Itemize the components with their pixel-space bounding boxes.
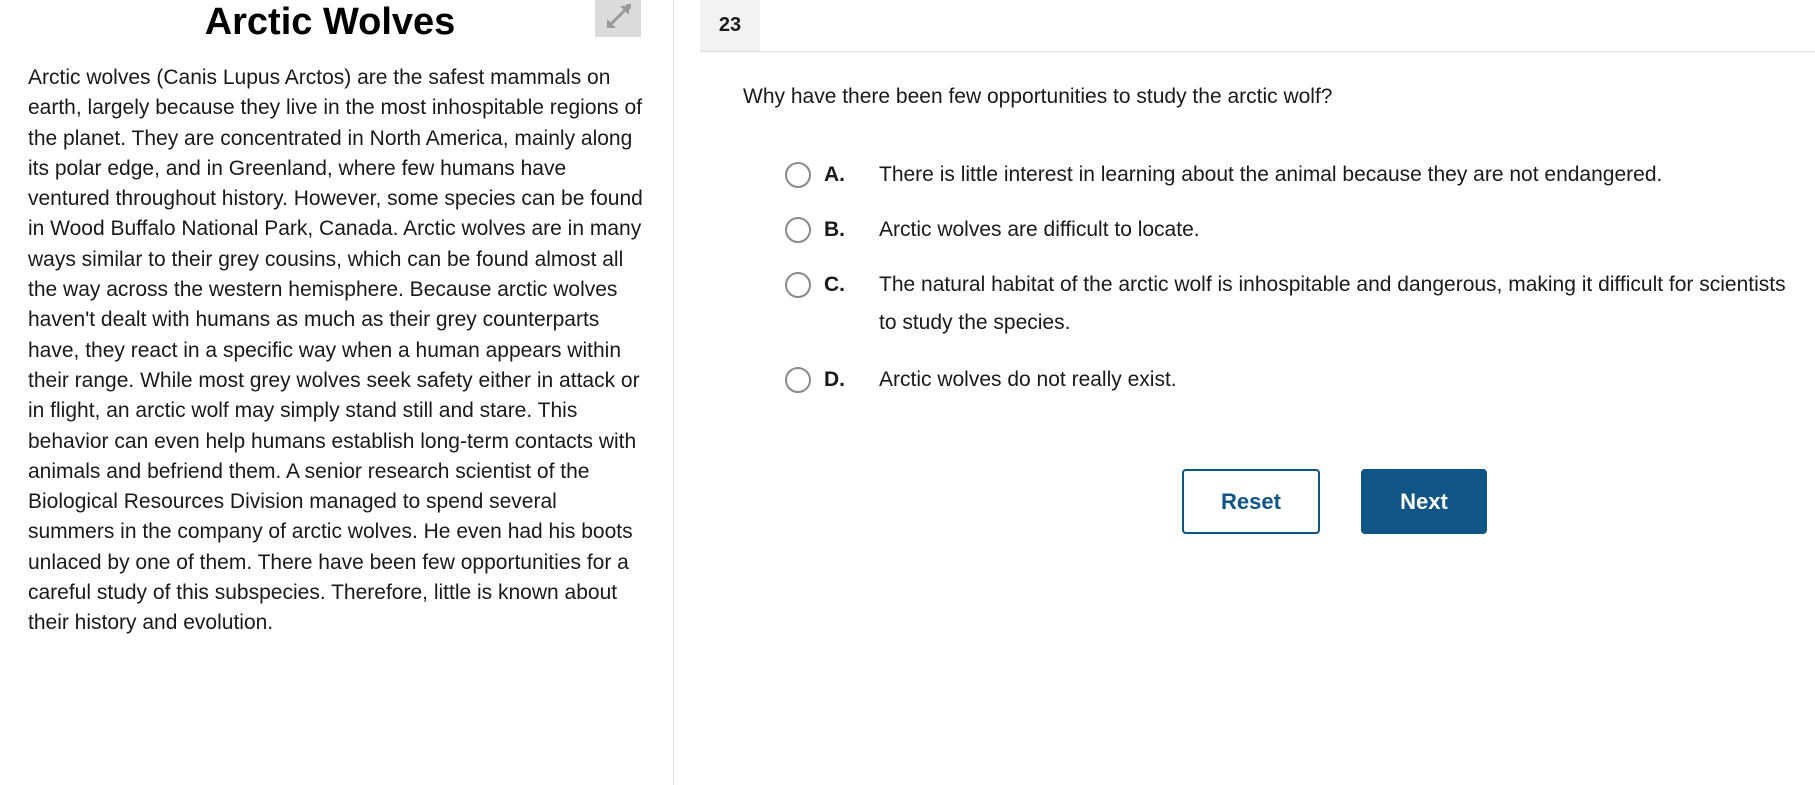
question-number: 23 (700, 0, 760, 51)
answer-option-d[interactable]: D. Arctic wolves do not really exist. (785, 367, 1805, 399)
option-text: Arctic wolves do not really exist. (879, 368, 1177, 391)
option-letter: A. (824, 163, 845, 186)
option-letter: D. (824, 368, 845, 391)
expand-arrows-icon (603, 2, 633, 35)
question-header: 23 (700, 0, 1815, 52)
option-text: The natural habitat of the arctic wolf i… (879, 273, 1786, 334)
passage-title: Arctic Wolves (204, 1, 456, 43)
option-letter: C. (824, 273, 845, 296)
passage-text: Arctic wolves (Canis Lupus Arctos) are t… (28, 66, 643, 635)
answer-option-a[interactable]: A. There is little interest in learning … (785, 162, 1805, 194)
radio-button-a[interactable] (785, 162, 811, 188)
option-text: There is little interest in learning abo… (879, 163, 1663, 186)
expand-passage-button[interactable] (595, 0, 641, 37)
option-text: Arctic wolves are difficult to locate. (879, 218, 1200, 241)
passage-pane: Arctic Wolves Arctic wolves (Canis Lupus… (0, 0, 674, 785)
radio-button-b[interactable] (785, 217, 811, 243)
next-button[interactable]: Next (1361, 469, 1487, 534)
answer-option-c[interactable]: C. The natural habitat of the arctic wol… (785, 272, 1805, 342)
answer-option-b[interactable]: B. Arctic wolves are difficult to locate… (785, 217, 1805, 249)
radio-button-d[interactable] (785, 367, 811, 393)
question-prompt: Why have there been few opportunities to… (743, 85, 1333, 108)
test-page: Arctic Wolves Arctic wolves (Canis Lupus… (0, 0, 1815, 785)
option-letter: B. (824, 218, 845, 241)
question-pane: 23 Why have there been few opportunities… (675, 0, 1815, 785)
reset-button[interactable]: Reset (1182, 469, 1320, 534)
radio-button-c[interactable] (785, 272, 811, 298)
